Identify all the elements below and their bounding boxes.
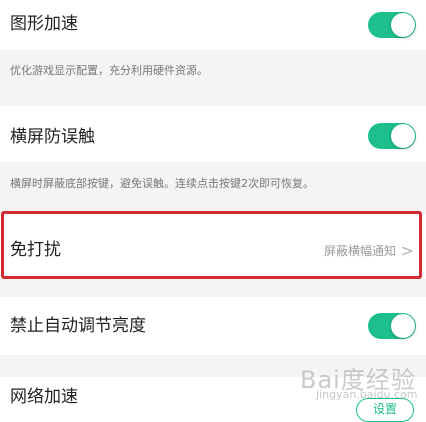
- toggle-knob: [391, 314, 415, 338]
- setting-row-graphics-accel: 图形加速: [0, 0, 426, 50]
- disable-auto-brightness-toggle[interactable]: [368, 313, 416, 339]
- setting-description-block: 横屏时屏蔽底部按键，避免误触。连续点击按键2次即可恢复。: [0, 162, 426, 204]
- setting-row-landscape-touch-guard: 横屏防误触: [0, 106, 426, 162]
- landscape-touch-guard-toggle[interactable]: [368, 123, 416, 149]
- graphics-accel-toggle[interactable]: [368, 12, 416, 38]
- network-accel-settings-button[interactable]: 设置: [356, 398, 414, 422]
- section-gap: [0, 279, 426, 297]
- setting-title: 横屏防误触: [10, 127, 95, 147]
- setting-title: 网络加速: [10, 387, 78, 407]
- setting-description: 优化游戏显示配置，充分利用硬件资源。: [10, 64, 208, 77]
- section-gap: [0, 92, 426, 106]
- setting-description-block: 优化游戏显示配置，充分利用硬件资源。: [0, 50, 426, 92]
- highlight-box: [1, 211, 422, 279]
- toggle-knob: [391, 13, 415, 37]
- setting-description: 横屏时屏蔽底部按键，避免误触。连续点击按键2次即可恢复。: [10, 177, 314, 190]
- setting-title: 图形加速: [10, 14, 78, 34]
- setting-title: 禁止自动调节亮度: [10, 316, 146, 336]
- setting-row-disable-auto-brightness: 禁止自动调节亮度: [0, 297, 426, 355]
- watermark-url: jingyan.baidu.com: [316, 388, 418, 401]
- toggle-knob: [391, 124, 415, 148]
